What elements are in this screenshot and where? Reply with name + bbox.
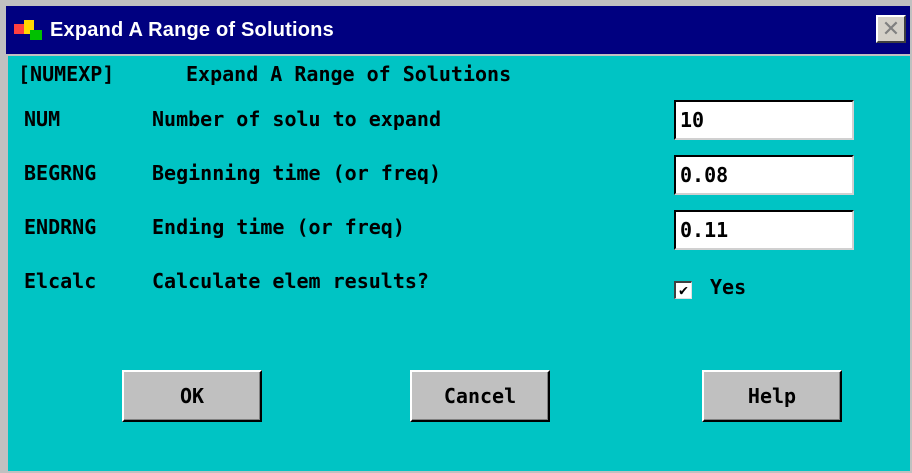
title-bar[interactable]: Expand A Range of Solutions ✕ bbox=[6, 6, 910, 54]
help-button-label: Help bbox=[747, 384, 797, 408]
elcalc-label: Calculate elem results? bbox=[152, 269, 429, 293]
begrng-key: BEGRNG bbox=[24, 161, 97, 185]
endrng-label: Ending time (or freq) bbox=[152, 215, 405, 239]
endrng-field[interactable] bbox=[674, 210, 854, 250]
close-icon: ✕ bbox=[881, 16, 901, 41]
command-name: [NUMEXP] bbox=[18, 62, 115, 86]
begrng-field[interactable] bbox=[674, 155, 854, 195]
num-key: NUM bbox=[24, 107, 61, 131]
num-field[interactable] bbox=[674, 100, 854, 140]
num-label: Number of solu to expand bbox=[152, 107, 441, 131]
app-icon bbox=[14, 18, 42, 42]
cancel-button[interactable]: Cancel bbox=[410, 370, 550, 422]
help-button[interactable]: Help bbox=[702, 370, 842, 422]
close-button[interactable]: ✕ bbox=[876, 15, 906, 43]
command-description: Expand A Range of Solutions bbox=[186, 62, 512, 86]
ok-button-label: OK bbox=[179, 384, 205, 408]
checkmark-icon: ✔ bbox=[678, 281, 689, 299]
begrng-label: Beginning time (or freq) bbox=[152, 161, 441, 185]
elcalc-checkbox-label[interactable]: Yes bbox=[710, 275, 746, 299]
elcalc-checkbox[interactable]: ✔ bbox=[674, 281, 692, 299]
elcalc-key: Elcalc bbox=[24, 269, 97, 293]
dialog-body: [NUMEXP] Expand A Range of Solutions NUM… bbox=[8, 56, 910, 471]
dialog-window: Expand A Range of Solutions ✕ [NUMEXP] E… bbox=[0, 0, 912, 473]
window-title: Expand A Range of Solutions bbox=[50, 18, 334, 41]
endrng-key: ENDRNG bbox=[24, 215, 97, 239]
cancel-button-label: Cancel bbox=[443, 384, 517, 408]
ok-button[interactable]: OK bbox=[122, 370, 262, 422]
